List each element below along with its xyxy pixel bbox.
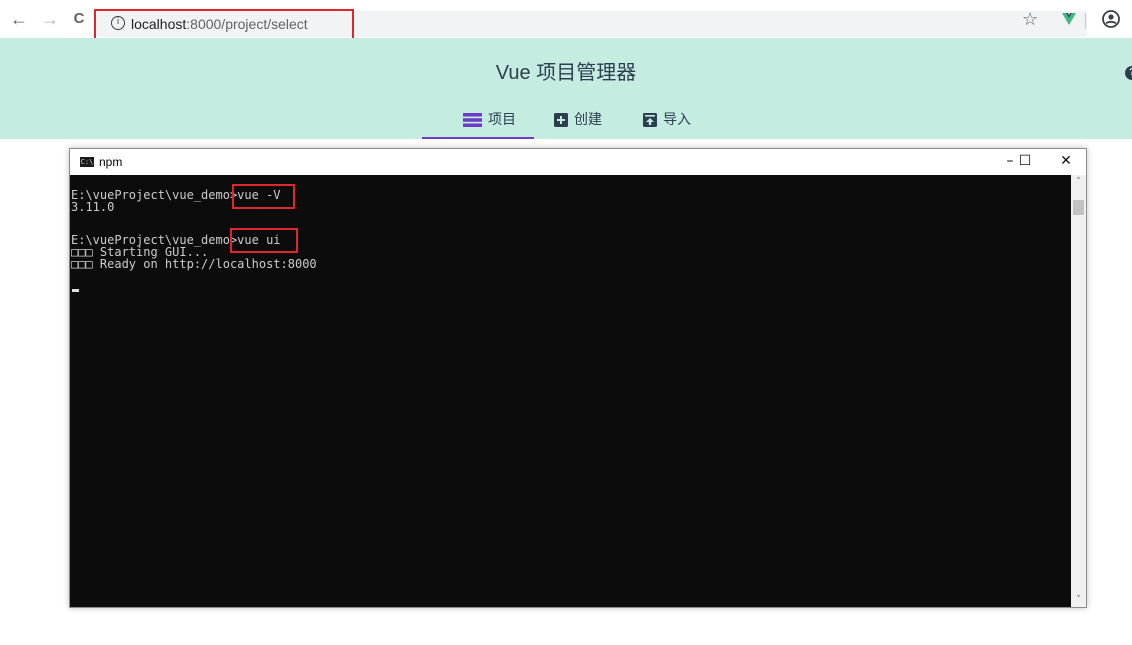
page-title: Vue 项目管理器 (495, 62, 637, 84)
scroll-up-icon[interactable]: ˄ (1071, 175, 1086, 189)
tab-projects-label: 项目 (488, 111, 516, 127)
console-cursor (72, 289, 79, 292)
console-output[interactable]: E:\vueProject\vue_demo>vue -V 3.11.0 E:\… (70, 175, 1071, 607)
close-button[interactable]: ✕ (1046, 151, 1086, 173)
console-app-icon: C:\ (80, 157, 94, 167)
scroll-thumb[interactable] (1073, 200, 1084, 215)
import-box-icon (643, 113, 657, 128)
maximize-icon: ☐ (1018, 153, 1032, 169)
toolbar-separator (1085, 13, 1086, 29)
close-icon: ✕ (1060, 153, 1072, 169)
back-arrow-icon[interactable]: ← (10, 9, 28, 29)
app-header: Vue 项目管理器 ? 项目 创建 导入 (0, 38, 1132, 139)
plus-box-icon (554, 113, 568, 128)
reload-icon[interactable]: C (70, 9, 88, 29)
tab-projects[interactable]: 项目 (463, 108, 516, 138)
console-line: 3.11.0 (71, 200, 115, 214)
console-title: npm (99, 155, 123, 169)
list-icon (463, 113, 482, 128)
active-tab-indicator (422, 137, 534, 139)
tab-create[interactable]: 创建 (554, 108, 602, 138)
tab-create-label: 创建 (574, 111, 602, 127)
console-scrollbar[interactable]: ˄ ˅ (1071, 175, 1086, 607)
command-highlight-box (230, 228, 298, 253)
scroll-down-icon[interactable]: ˅ (1071, 593, 1086, 607)
maximize-button[interactable]: ☐ (1005, 151, 1045, 173)
help-icon[interactable]: ? (1125, 66, 1132, 80)
vue-extension-icon[interactable] (1062, 13, 1076, 25)
command-highlight-box (232, 184, 295, 209)
profile-icon[interactable] (1102, 10, 1120, 28)
console-titlebar[interactable]: C:\ npm – ☐ ✕ (70, 149, 1086, 175)
console-line: □□□ Ready on http://localhost:8000 (71, 257, 317, 271)
tab-import-label: 导入 (663, 111, 691, 127)
npm-console-window[interactable]: C:\ npm – ☐ ✕ E:\vueProject\vue_demo>vue… (69, 148, 1087, 608)
tab-import[interactable]: 导入 (643, 108, 691, 138)
star-icon[interactable]: ☆ (1022, 9, 1038, 30)
forward-arrow-icon[interactable]: → (41, 9, 59, 29)
